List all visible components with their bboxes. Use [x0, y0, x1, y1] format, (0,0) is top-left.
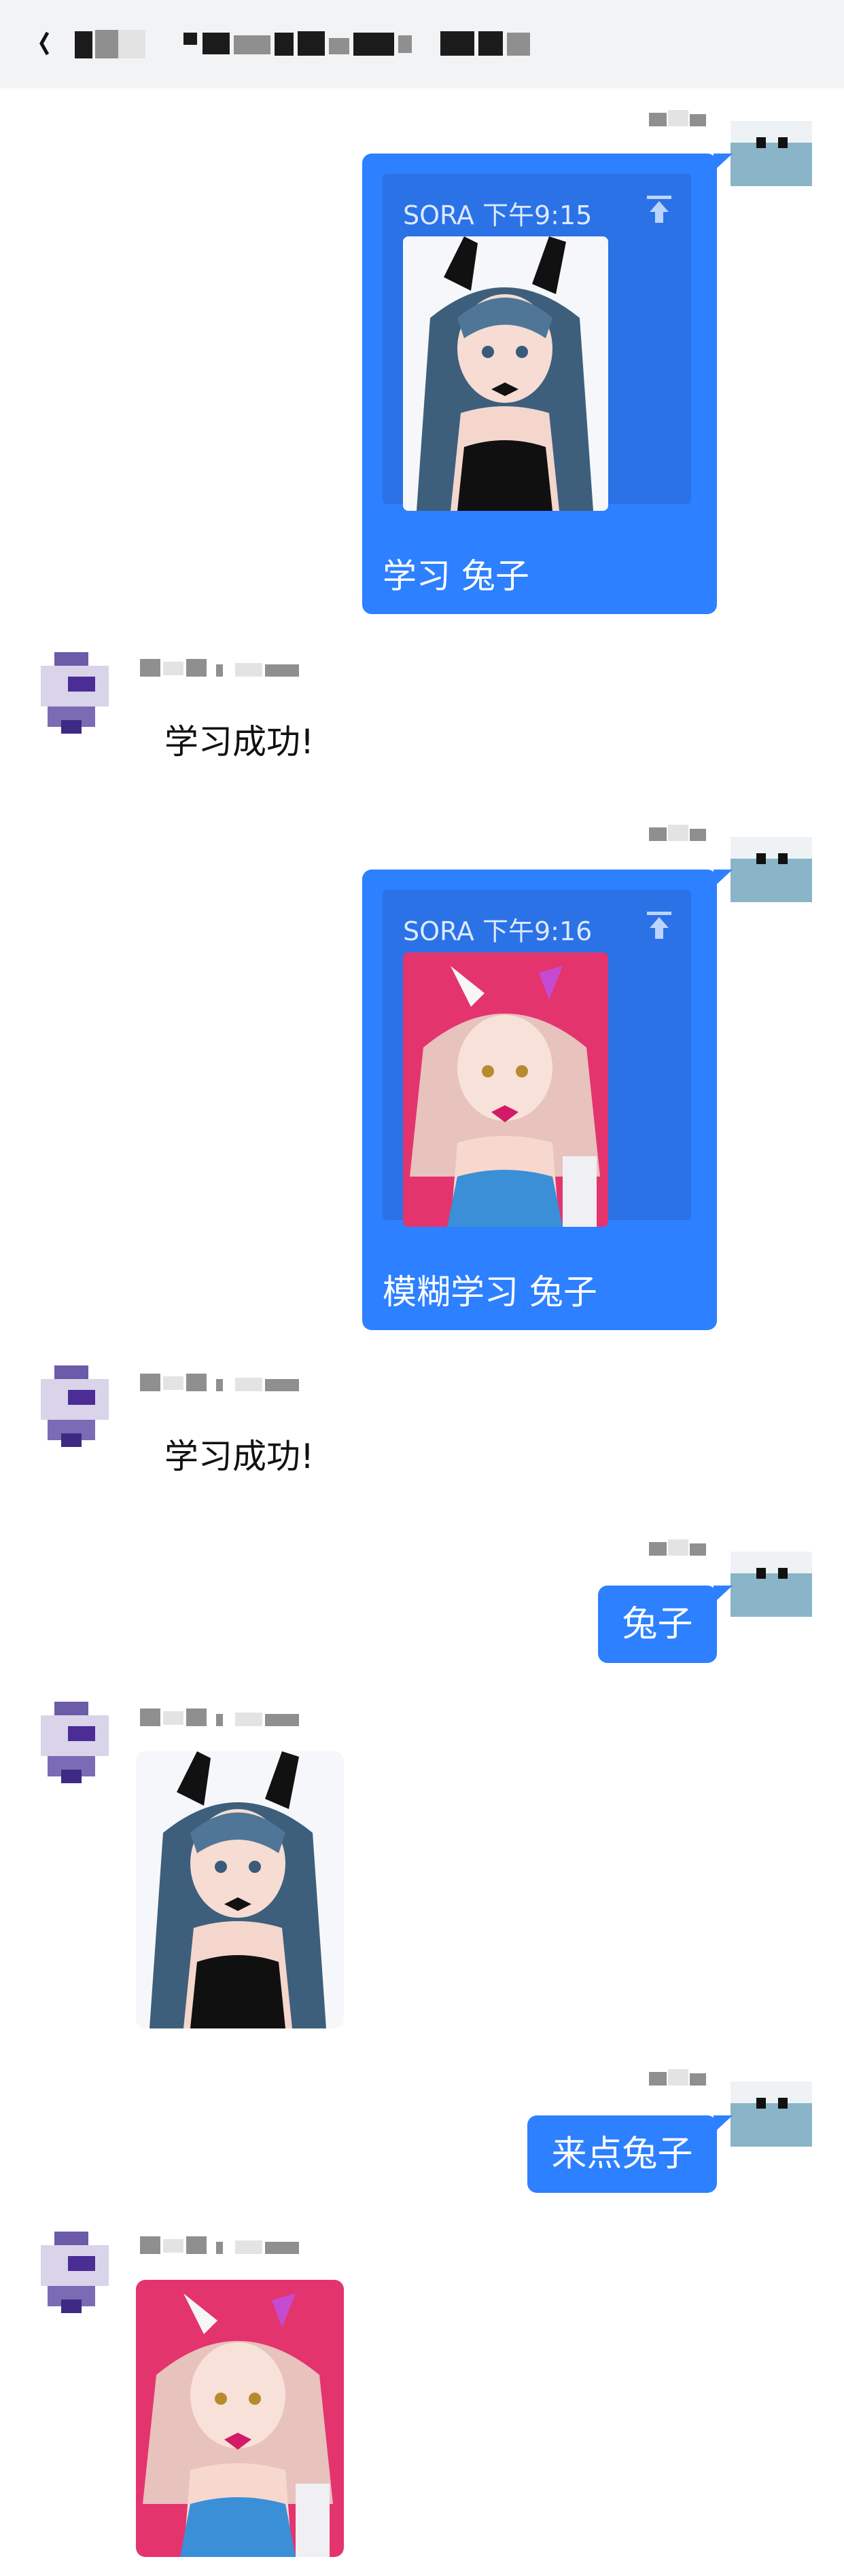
sender-name-pixelated	[140, 1709, 344, 1726]
forwarded-card-message[interactable]: SORA 下午9:15 学习 兔子	[362, 154, 717, 614]
card-meta: SORA 下午9:16	[403, 916, 593, 946]
sender-name-pixelated	[140, 2236, 344, 2254]
upload-icon[interactable]	[646, 910, 673, 940]
avatar[interactable]	[41, 1365, 114, 1447]
card-inner: SORA 下午9:16	[383, 890, 691, 1227]
upload-icon[interactable]	[646, 194, 673, 224]
avatar[interactable]	[731, 121, 812, 186]
message-text: 学习成功!	[164, 722, 315, 762]
header-title-pixelated	[68, 29, 680, 61]
sender-name-pixelated	[649, 825, 710, 842]
sender-name-pixelated	[649, 110, 710, 128]
card-caption: 模糊学习 兔子	[383, 1272, 597, 1312]
card-image[interactable]	[403, 236, 608, 511]
text-message-bubble[interactable]: 兔子	[598, 1586, 717, 1663]
avatar[interactable]	[731, 837, 812, 902]
sender-name-pixelated	[140, 1374, 344, 1391]
image-message[interactable]	[136, 1751, 344, 2028]
avatar[interactable]	[41, 2232, 114, 2313]
avatar[interactable]	[731, 1552, 812, 1617]
avatar[interactable]	[41, 652, 114, 734]
avatar[interactable]	[41, 1702, 114, 1783]
card-image[interactable]	[403, 952, 608, 1227]
forwarded-card-message[interactable]: SORA 下午9:16 模糊学习 兔子	[362, 870, 717, 1330]
card-caption: 学习 兔子	[383, 556, 529, 596]
sender-name-pixelated	[649, 1539, 710, 1557]
text-message-bubble[interactable]: 来点兔子	[527, 2115, 717, 2193]
avatar[interactable]	[731, 2081, 812, 2147]
sender-name-pixelated	[649, 2069, 710, 2087]
back-icon[interactable]	[39, 31, 50, 56]
image-message[interactable]	[136, 2280, 344, 2557]
card-inner: SORA 下午9:15	[383, 174, 691, 511]
sender-name-pixelated	[140, 659, 344, 677]
message-text: 学习成功!	[164, 1437, 315, 1476]
chat-header	[0, 0, 844, 88]
card-meta: SORA 下午9:15	[403, 200, 593, 230]
